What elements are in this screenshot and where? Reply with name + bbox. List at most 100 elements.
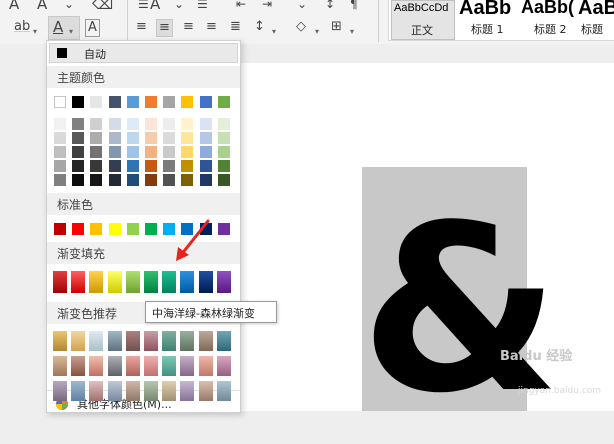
align-left-icon[interactable]: ≡ (136, 19, 147, 35)
gradient-recommend-swatch[interactable] (216, 381, 231, 401)
theme-shade-swatch[interactable] (72, 118, 85, 130)
theme-shade-swatch[interactable] (126, 174, 139, 186)
gradient-fill-swatch[interactable] (53, 271, 67, 293)
list-bullets-icon[interactable]: ☰ (138, 0, 149, 12)
align-center-icon[interactable]: ≡ (156, 19, 173, 37)
indent-icon[interactable]: ⇤ (236, 0, 246, 12)
gradient-recommend-swatch[interactable] (71, 331, 86, 351)
theme-color-swatch[interactable] (72, 96, 85, 108)
gradient-recommend-swatch[interactable] (144, 356, 158, 376)
gradient-recommend-swatch[interactable] (216, 331, 231, 351)
theme-color-swatch[interactable] (163, 96, 176, 108)
theme-color-swatch[interactable] (199, 96, 212, 108)
gradient-recommend-swatch[interactable] (71, 381, 86, 401)
gradient-fill-swatch[interactable] (216, 271, 231, 293)
theme-shade-swatch[interactable] (90, 132, 103, 144)
gradient-recommend-swatch[interactable] (198, 356, 213, 376)
theme-shade-swatch[interactable] (163, 132, 176, 144)
gradient-fill-swatch[interactable] (125, 271, 140, 293)
justify-icon[interactable]: ≡ (206, 19, 217, 35)
highlight-dropdown-icon[interactable]: ▾ (33, 24, 37, 40)
theme-shade-swatch[interactable] (90, 160, 103, 172)
list-numbers-icon[interactable]: ☰ (197, 0, 208, 12)
gradient-fill-swatch[interactable] (162, 271, 177, 293)
clear-format-icon[interactable]: ⌫ (92, 0, 113, 12)
theme-shade-swatch[interactable] (217, 132, 230, 144)
theme-shade-swatch[interactable] (181, 146, 194, 158)
gradient-recommend-swatch[interactable] (53, 331, 67, 351)
theme-shade-swatch[interactable] (54, 118, 66, 130)
borders-dropdown-icon[interactable]: ▾ (350, 24, 354, 40)
gradient-recommend-swatch[interactable] (162, 381, 177, 401)
gradient-recommend-swatch[interactable] (53, 381, 67, 401)
theme-shade-swatch[interactable] (126, 118, 139, 130)
theme-shade-swatch[interactable] (145, 146, 157, 158)
character-shading-button[interactable]: A (85, 19, 100, 37)
sort-icon[interactable]: ↕ (325, 0, 335, 12)
theme-shade-swatch[interactable] (90, 146, 103, 158)
grow-font-button[interactable]: A (9, 0, 19, 12)
theme-shade-swatch[interactable] (199, 174, 212, 186)
style-heading-1[interactable]: AaBb 标题 1 (457, 0, 519, 40)
theme-shade-swatch[interactable] (90, 118, 103, 130)
distributed-icon[interactable]: ≣ (230, 19, 241, 35)
font-color-button[interactable]: A (53, 19, 63, 35)
theme-shade-swatch[interactable] (199, 160, 212, 172)
line-spacing-dropdown-icon[interactable]: ▾ (272, 24, 276, 40)
theme-shade-swatch[interactable] (108, 174, 121, 186)
theme-shade-swatch[interactable] (90, 174, 103, 186)
theme-shade-swatch[interactable] (217, 174, 230, 186)
theme-shade-swatch[interactable] (181, 132, 194, 144)
theme-shade-swatch[interactable] (145, 118, 157, 130)
standard-color-swatch[interactable] (72, 223, 85, 235)
gradient-recommend-swatch[interactable] (216, 356, 231, 376)
gradient-recommend-swatch[interactable] (180, 356, 195, 376)
gradient-recommend-swatch[interactable] (71, 356, 86, 376)
theme-shade-swatch[interactable] (54, 146, 66, 158)
gradient-fill-swatch[interactable] (144, 271, 158, 293)
theme-shade-swatch[interactable] (108, 118, 121, 130)
theme-shade-swatch[interactable] (163, 160, 176, 172)
gradient-recommend-swatch[interactable] (162, 331, 177, 351)
theme-shade-swatch[interactable] (54, 174, 66, 186)
theme-color-swatch[interactable] (90, 96, 103, 108)
gradient-recommend-swatch[interactable] (107, 381, 122, 401)
theme-shade-swatch[interactable] (181, 160, 194, 172)
gradient-fill-swatch[interactable] (180, 271, 195, 293)
change-case-icon[interactable]: ⌄ (64, 0, 74, 12)
theme-shade-swatch[interactable] (72, 146, 85, 158)
theme-shade-swatch[interactable] (163, 174, 176, 186)
shrink-font-button[interactable]: A (37, 0, 47, 12)
gradient-recommend-swatch[interactable] (89, 381, 104, 401)
gradient-recommend-swatch[interactable] (125, 331, 140, 351)
theme-color-swatch[interactable] (217, 96, 230, 108)
align-right-icon[interactable]: ≡ (183, 19, 194, 35)
theme-shade-swatch[interactable] (181, 118, 194, 130)
gradient-recommend-swatch[interactable] (125, 381, 140, 401)
gradient-recommend-swatch[interactable] (89, 331, 104, 351)
gradient-recommend-swatch[interactable] (53, 356, 67, 376)
gradient-recommend-swatch[interactable] (89, 356, 104, 376)
theme-shade-swatch[interactable] (72, 160, 85, 172)
highlight-button[interactable]: ab (14, 19, 30, 35)
theme-shade-swatch[interactable] (108, 146, 121, 158)
gradient-recommend-swatch[interactable] (198, 381, 213, 401)
gradient-fill-swatch[interactable] (71, 271, 86, 293)
superscript-button[interactable]: A (150, 0, 160, 12)
style-heading-2[interactable]: AaBb( 标题 2 (521, 0, 577, 40)
theme-shade-swatch[interactable] (199, 118, 212, 130)
standard-color-swatch[interactable] (54, 223, 66, 235)
font-color-dropdown-icon[interactable]: ▾ (69, 24, 73, 40)
gradient-fill-swatch[interactable] (107, 271, 122, 293)
theme-shade-swatch[interactable] (126, 132, 139, 144)
gradient-recommend-swatch[interactable] (198, 331, 213, 351)
theme-color-swatch[interactable] (181, 96, 194, 108)
standard-color-swatch[interactable] (90, 223, 103, 235)
theme-shade-swatch[interactable] (72, 174, 85, 186)
line-spacing-icon[interactable]: ↕ (254, 19, 265, 35)
text-effects-icon[interactable]: ⌄ (174, 0, 184, 12)
theme-color-swatch[interactable] (126, 96, 139, 108)
style-title[interactable]: AaB 标题 (577, 0, 614, 40)
gradient-recommend-swatch[interactable] (180, 331, 195, 351)
theme-shade-swatch[interactable] (199, 132, 212, 144)
